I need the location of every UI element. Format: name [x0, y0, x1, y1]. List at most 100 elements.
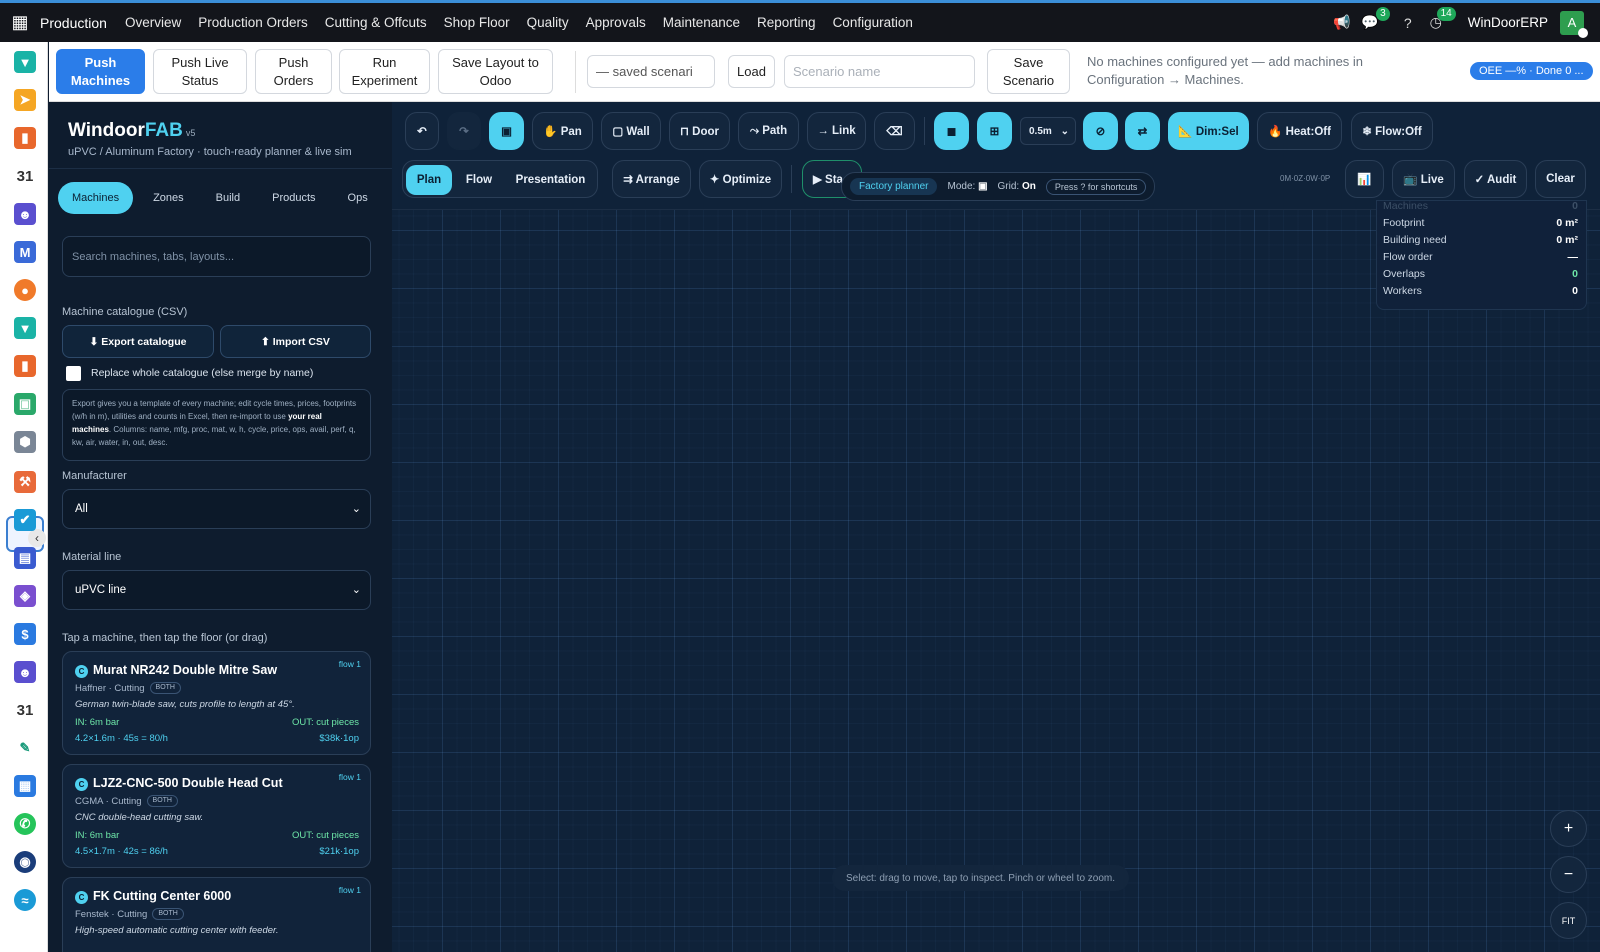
app-icon-check[interactable]: ✔	[14, 509, 36, 531]
status-dot-icon	[1578, 27, 1588, 38]
wall-tool-button[interactable]: ▢ Wall	[601, 112, 661, 150]
tab-build[interactable]: Build	[202, 182, 254, 214]
path-tool-button[interactable]: ⤳ Path	[738, 112, 799, 150]
machine-desc: CNC double-head cutting saw.	[75, 812, 204, 823]
company-switcher[interactable]: WinDoorERP	[1468, 15, 1548, 30]
mode-presentation[interactable]: Presentation	[506, 165, 595, 195]
menu-quality[interactable]: Quality	[527, 15, 569, 30]
app-icon-mail[interactable]: M	[14, 241, 36, 263]
app-icon-chat[interactable]: ●	[14, 279, 36, 301]
audit-button[interactable]: ✓ Audit	[1464, 160, 1527, 198]
menu-overview[interactable]: Overview	[125, 15, 181, 30]
machine-card[interactable]: C LJZ2-CNC-500 Double Head Cut flow 1 CG…	[62, 764, 371, 868]
menu-maintenance[interactable]: Maintenance	[663, 15, 740, 30]
app-icon-factory[interactable]: ⚒	[14, 471, 36, 493]
menu-configuration[interactable]: Configuration	[833, 15, 913, 30]
chart-icon[interactable]: 📊	[1345, 160, 1384, 198]
app-icon-pen[interactable]: ✎	[14, 737, 36, 759]
grid-size-select[interactable]: 0.5m ⌄	[1020, 117, 1076, 145]
save-layout-button[interactable]: Save Layout to Odoo	[438, 49, 553, 94]
clear-button[interactable]: Clear	[1535, 160, 1586, 198]
megaphone-icon[interactable]: 📢	[1328, 14, 1356, 31]
messages-icon[interactable]: 💬 3	[1356, 7, 1390, 31]
flow-toggle-button[interactable]: ❄ Flow:Off	[1351, 112, 1433, 150]
mode-value: ▣	[978, 181, 988, 192]
saved-scenario-select[interactable]: — saved scenari	[587, 55, 715, 88]
redo-icon[interactable]: ↷	[447, 112, 481, 150]
scenario-name-input[interactable]: Scenario name	[784, 55, 975, 88]
erase-icon[interactable]: ⌫	[874, 112, 915, 150]
material-line-select[interactable]: uPVC line ⌄	[62, 570, 371, 610]
help-icon[interactable]: ?	[1394, 15, 1422, 31]
menu-reporting[interactable]: Reporting	[757, 15, 816, 30]
menu-approvals[interactable]: Approvals	[586, 15, 646, 30]
menu-production-orders[interactable]: Production Orders	[198, 15, 308, 30]
user-avatar[interactable]: A	[1560, 10, 1588, 38]
tab-products[interactable]: Products	[258, 182, 329, 214]
app-icon-wave[interactable]: ≈	[14, 889, 36, 911]
app-icon-calendar-2[interactable]: 31	[14, 699, 36, 721]
activity-clock-icon[interactable]: ◷ 14	[1422, 7, 1456, 31]
apps-menu-icon[interactable]: ▦	[0, 12, 40, 33]
tab-ops[interactable]: Ops	[334, 182, 382, 214]
app-icon-cube[interactable]: ⬢	[14, 431, 36, 453]
optimize-button[interactable]: ✦ Optimize	[699, 160, 782, 198]
dimension-toggle-button[interactable]: 📐 Dim:Sel	[1168, 112, 1249, 150]
door-tool-button[interactable]: ⊓ Door	[669, 112, 730, 150]
mode-flow[interactable]: Flow	[456, 165, 502, 195]
main-menu: Overview Production Orders Cutting & Off…	[125, 15, 913, 30]
zoom-in-button[interactable]: +	[1550, 810, 1587, 847]
mode-plan[interactable]: Plan	[406, 165, 452, 195]
app-icon-chart[interactable]: ▮	[14, 127, 36, 149]
import-csv-button[interactable]: ⬆ Import CSV	[220, 325, 371, 358]
pan-tool-button[interactable]: ✋ Pan	[532, 112, 593, 150]
search-input[interactable]: Search machines, tabs, layouts...	[62, 236, 371, 277]
collapse-chevron-icon[interactable]: ‹	[28, 529, 46, 547]
push-live-status-button[interactable]: Push Live Status	[153, 49, 247, 94]
live-button[interactable]: 📺 Live	[1392, 160, 1455, 198]
link-tool-button[interactable]: → Link	[807, 112, 866, 150]
app-icon-dollar[interactable]: $	[14, 623, 36, 645]
manufacturer-select[interactable]: All ⌄	[62, 489, 371, 529]
load-button[interactable]: Load	[728, 55, 775, 88]
shortcut-hint[interactable]: Press ? for shortcuts	[1045, 178, 1147, 195]
push-machines-button[interactable]: Push Machines	[56, 49, 145, 94]
app-icon-2[interactable]: ▼	[14, 317, 36, 339]
arrange-button[interactable]: ⇉ Arrange	[612, 160, 691, 198]
select-tool-icon[interactable]: ▣	[489, 112, 524, 150]
app-icon-1[interactable]: ▼	[14, 51, 36, 73]
app-icon-calendar[interactable]: 31	[14, 165, 36, 187]
no-entry-icon[interactable]: ⊘	[1083, 112, 1118, 150]
export-catalogue-button[interactable]: ⬇ Export catalogue	[62, 325, 214, 358]
app-icon-send[interactable]: ➤	[14, 89, 36, 111]
app-icon-dashboard[interactable]: ▦	[14, 775, 36, 797]
tab-machines[interactable]: Machines	[58, 182, 134, 214]
save-scenario-button[interactable]: Save Scenario	[987, 49, 1070, 94]
tab-zones[interactable]: Zones	[139, 182, 198, 214]
app-icon-people[interactable]: ☻	[14, 203, 36, 225]
machine-card[interactable]: C Murat NR242 Double Mitre Saw flow 1 Ha…	[62, 651, 371, 755]
app-icon-contacts[interactable]: ▣	[14, 393, 36, 415]
app-icon-bars[interactable]: ▮	[14, 355, 36, 377]
swap-icon[interactable]: ⇄	[1125, 112, 1160, 150]
app-icon-book[interactable]: ▤	[14, 547, 36, 569]
replace-catalogue-checkbox[interactable]	[66, 366, 81, 381]
grid-toggle-icon[interactable]: ⊞	[977, 112, 1012, 150]
zoom-fit-button[interactable]: FIT	[1550, 902, 1587, 939]
push-orders-button[interactable]: Push Orders	[255, 49, 332, 94]
machine-card[interactable]: C FK Cutting Center 6000 flow 1 Fenstek …	[62, 877, 371, 952]
zoom-out-button[interactable]: −	[1550, 856, 1587, 893]
heatmap-toggle-button[interactable]: 🔥 Heat:Off	[1257, 112, 1342, 150]
menu-cutting-offcuts[interactable]: Cutting & Offcuts	[325, 15, 427, 30]
app-icon-compass[interactable]: ◉	[14, 851, 36, 873]
menu-shop-floor[interactable]: Shop Floor	[444, 15, 510, 30]
app-icon-box[interactable]: ◈	[14, 585, 36, 607]
whatsapp-icon[interactable]: ✆	[14, 813, 36, 835]
snap-toggle-icon[interactable]: ◼	[934, 112, 969, 150]
divider	[575, 51, 576, 93]
undo-icon[interactable]: ↶	[405, 112, 439, 150]
app-icon-team[interactable]: ☻	[14, 661, 36, 683]
oee-badge[interactable]: OEE —% · Done 0 ...	[1470, 62, 1593, 80]
app-name[interactable]: Production	[40, 15, 107, 31]
run-experiment-button[interactable]: Run Experiment	[339, 49, 430, 94]
